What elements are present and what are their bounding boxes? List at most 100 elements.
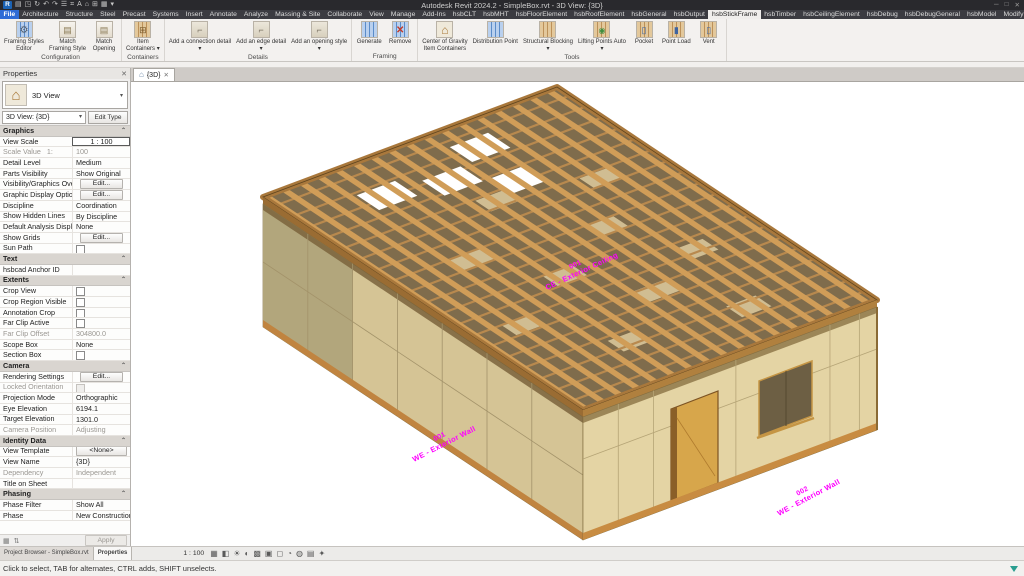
window-control-icon[interactable]: ✕	[1015, 1, 1020, 9]
ribbon-tab[interactable]: Precast	[119, 10, 149, 19]
property-value[interactable]	[72, 383, 130, 393]
property-value[interactable]	[72, 297, 130, 307]
ribbon-button[interactable]: Lifting Points Auto ▾	[576, 20, 628, 53]
properties-header[interactable]: Properties ✕	[0, 68, 130, 79]
property-value[interactable]: 304800.0	[72, 329, 130, 339]
ribbon-tab[interactable]: hsbDebug	[863, 10, 901, 19]
ribbon-tab[interactable]: Steel	[97, 10, 120, 19]
ribbon-tab[interactable]: Modify	[1000, 10, 1024, 19]
view-control-icon[interactable]: ◻	[276, 549, 283, 559]
ribbon-button[interactable]: Structural Blocking ▾	[521, 20, 575, 53]
view-control-icon[interactable]: ✦	[318, 549, 325, 559]
property-value[interactable]: Show Original	[72, 169, 130, 179]
ribbon-tab[interactable]: hsbCLT	[449, 10, 479, 19]
qat-icon[interactable]: ◳	[25, 1, 32, 9]
ribbon-button[interactable]: Item Containers ▾	[124, 20, 162, 53]
ribbon-tab[interactable]: Architecture	[19, 10, 62, 19]
property-value[interactable]	[72, 244, 130, 254]
view-control-icon[interactable]: ▣	[265, 549, 273, 559]
3d-viewport[interactable]: 001 CE - Exterior Ceiling 001 WE - Exter…	[131, 82, 1024, 546]
qat-icon[interactable]: ⌗	[70, 1, 74, 9]
view-instance-combo[interactable]: 3D View: {3D} ▾	[2, 111, 86, 124]
view-tab-3d[interactable]: ⌂ {3D} ✕	[133, 68, 175, 81]
ribbon-button[interactable]: Framing Styles Editor	[2, 20, 46, 53]
ribbon-button[interactable]: Remove	[385, 20, 415, 47]
view-control-icon[interactable]: ◧	[222, 549, 230, 559]
close-icon[interactable]: ✕	[163, 71, 168, 79]
ribbon-button[interactable]: Match Opening	[89, 20, 119, 53]
view-control-icon[interactable]: ☀	[233, 549, 240, 559]
selection-filter-icon[interactable]	[1010, 566, 1018, 572]
property-value[interactable]: Edit...	[72, 233, 130, 243]
property-value[interactable]: 1 : 100	[72, 137, 130, 147]
ribbon-tab[interactable]: hsbGeneral	[628, 10, 670, 19]
close-icon[interactable]: ✕	[121, 70, 127, 78]
qat-icon[interactable]: ⊞	[92, 1, 98, 9]
qat-icon[interactable]: ↷	[52, 1, 58, 9]
property-value[interactable]: Orthographic	[72, 393, 130, 403]
door-opening[interactable]	[671, 391, 718, 501]
ribbon-tab[interactable]: Collaborate	[324, 10, 366, 19]
ribbon-tab[interactable]: Annotate	[206, 10, 240, 19]
ribbon-tab[interactable]: Massing & Site	[272, 10, 324, 19]
panel-tab[interactable]: Properties	[94, 547, 133, 560]
property-value[interactable]: 100	[72, 147, 130, 157]
view-control-icon[interactable]: ▤	[307, 549, 315, 559]
qat-icon[interactable]: ▤	[15, 1, 22, 9]
ribbon-button[interactable]: Generate	[354, 20, 384, 47]
ribbon-tab[interactable]: Systems	[149, 10, 182, 19]
property-value[interactable]	[72, 265, 130, 275]
3d-model-building[interactable]: 001 CE - Exterior Ceiling 001 WE - Exter…	[131, 82, 1024, 546]
property-value[interactable]: Coordination	[72, 201, 130, 211]
window-control-icon[interactable]: ─	[994, 1, 999, 9]
ribbon-tab[interactable]: File	[0, 10, 19, 19]
ribbon-tab[interactable]: hsbTimber	[761, 10, 800, 19]
ribbon-button[interactable]: Match Framing Style	[47, 20, 88, 53]
property-value[interactable]	[72, 318, 130, 328]
window-control-icon[interactable]: □	[1005, 1, 1009, 9]
view-control-icon[interactable]: ◍	[296, 549, 303, 559]
ribbon-button[interactable]: Point Load	[660, 20, 693, 47]
ribbon-button[interactable]: Pocket	[629, 20, 659, 47]
ribbon-tab[interactable]: hsbFloorElement	[512, 10, 570, 19]
type-selector[interactable]: ⌂ 3D View ▾	[2, 81, 128, 109]
apply-button[interactable]: Apply	[85, 535, 127, 546]
ribbon-button[interactable]: Add an opening style ▾	[289, 20, 349, 53]
property-value[interactable]: None	[72, 222, 130, 232]
view-scale-button[interactable]: 1 : 100	[180, 550, 207, 557]
ribbon-tab[interactable]: hsbStickFrame	[708, 10, 760, 19]
view-control-icon[interactable]: ▦	[210, 549, 218, 559]
property-value[interactable]	[72, 286, 130, 296]
qat-icon[interactable]: ↻	[34, 1, 40, 9]
property-value[interactable]: Edit...	[72, 190, 130, 200]
ribbon-tab[interactable]: hsbRoofElement	[571, 10, 628, 19]
property-value[interactable]: Independent	[72, 468, 130, 478]
ribbon-button[interactable]: Vent	[694, 20, 724, 47]
qat-icon[interactable]: R	[3, 1, 12, 9]
property-value[interactable]: By Discipline	[72, 212, 130, 222]
property-value[interactable]: 1301.0	[72, 415, 130, 425]
ribbon-tab[interactable]: Add-Ins	[419, 10, 449, 19]
qat-icon[interactable]: ⌂	[85, 1, 89, 9]
qat-icon[interactable]: ▾	[111, 1, 115, 9]
property-value[interactable]	[72, 479, 130, 489]
property-value[interactable]	[72, 350, 130, 360]
ribbon-tab[interactable]: hsbModel	[963, 10, 999, 19]
panel-tab[interactable]: Project Browser - SimpleBox.rvt	[0, 547, 94, 560]
property-value[interactable]: None	[72, 340, 130, 350]
view-control-icon[interactable]: ▩	[253, 549, 261, 559]
view-control-icon[interactable]: ◐	[244, 549, 249, 559]
properties-help-icon[interactable]: ▦	[3, 537, 10, 545]
qat-icon[interactable]: ☰	[61, 1, 67, 9]
qat-icon[interactable]: ↶	[43, 1, 49, 9]
qat-icon[interactable]: A	[77, 1, 82, 9]
ribbon-tab[interactable]: hsbDebugGeneral	[901, 10, 963, 19]
property-value[interactable]	[72, 308, 130, 318]
property-value[interactable]: <None>	[72, 447, 130, 457]
ribbon-tab[interactable]: Structure	[62, 10, 97, 19]
ribbon-tab[interactable]: hsbOutput	[670, 10, 708, 19]
property-value[interactable]: Show All	[72, 500, 130, 510]
ribbon-tab[interactable]: hsbMHT	[480, 10, 513, 19]
property-value[interactable]: 6194.1	[72, 404, 130, 414]
ribbon-button[interactable]: Add an edge detail ▾	[234, 20, 288, 53]
